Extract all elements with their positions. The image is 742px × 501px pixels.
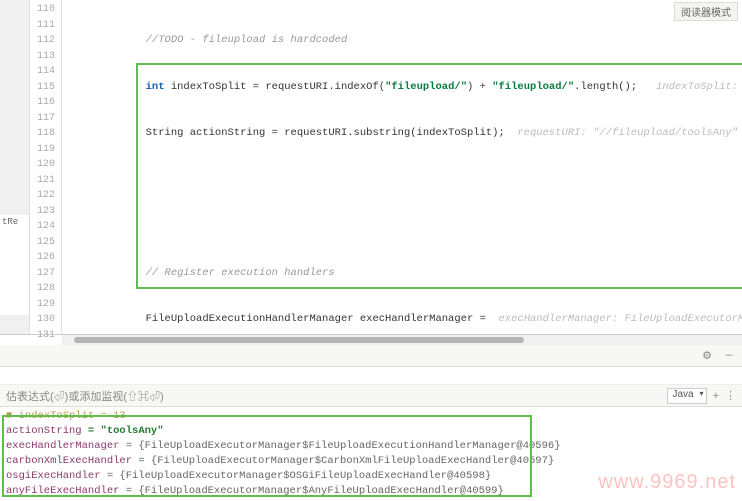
reader-mode-button[interactable]: 阅读器模式 bbox=[674, 2, 738, 21]
minimize-icon[interactable]: — bbox=[722, 349, 736, 363]
var-line[interactable]: osgiExecHandler = {FileUploadExecutorMan… bbox=[6, 469, 736, 484]
code-area[interactable]: 阅读器模式 //TODO - fileupload is hardcoded i… bbox=[62, 0, 742, 334]
var-line[interactable]: anyFileExecHandler = {FileUploadExecutor… bbox=[6, 484, 736, 499]
scrollbar-thumb[interactable] bbox=[74, 337, 524, 343]
code-line: //TODO - fileupload is hardcoded bbox=[70, 34, 347, 46]
horizontal-scrollbar[interactable] bbox=[62, 335, 742, 345]
plus-icon[interactable]: + bbox=[713, 390, 719, 402]
language-combo[interactable]: Java bbox=[667, 388, 706, 404]
more-icon[interactable]: ⋮ bbox=[725, 389, 736, 402]
code-editor[interactable]: 1101111121131141151161171181191201211221… bbox=[0, 0, 742, 335]
code-line bbox=[70, 173, 742, 189]
code-line: int indexToSplit = requestURI.indexOf("f… bbox=[70, 80, 742, 96]
var-line[interactable]: actionString = "toolsAny" bbox=[6, 424, 736, 439]
variables-panel[interactable]: ■ indexToSplit = 13 actionString = "tool… bbox=[0, 407, 742, 501]
gear-icon[interactable]: ⚙ bbox=[700, 349, 714, 363]
code-line: String actionString = requestURI.substri… bbox=[70, 126, 742, 142]
code-line bbox=[70, 219, 742, 235]
code-line: FileUploadExecutionHandlerManager execHa… bbox=[70, 312, 742, 328]
var-line[interactable]: ■ indexToSplit = 13 bbox=[6, 409, 736, 424]
watch-hint: 估表达式(⏎)或添加监视(⇧⌘⏎) bbox=[6, 388, 164, 404]
debug-watch-header: 估表达式(⏎)或添加监视(⇧⌘⏎) Java + ⋮ bbox=[0, 385, 742, 407]
panel-toolbar: ⚙ — bbox=[0, 345, 742, 367]
left-fragment: tRe bbox=[0, 215, 30, 315]
var-line[interactable]: execHandlerManager = {FileUploadExecutor… bbox=[6, 439, 736, 454]
var-line[interactable]: carbonXmlExecHandler = {FileUploadExecut… bbox=[6, 454, 736, 469]
code-line: // Register execution handlers bbox=[70, 267, 335, 279]
breadcrumb-bar bbox=[0, 367, 742, 385]
line-number-gutter: 1101111121131141151161171181191201211221… bbox=[30, 0, 62, 334]
